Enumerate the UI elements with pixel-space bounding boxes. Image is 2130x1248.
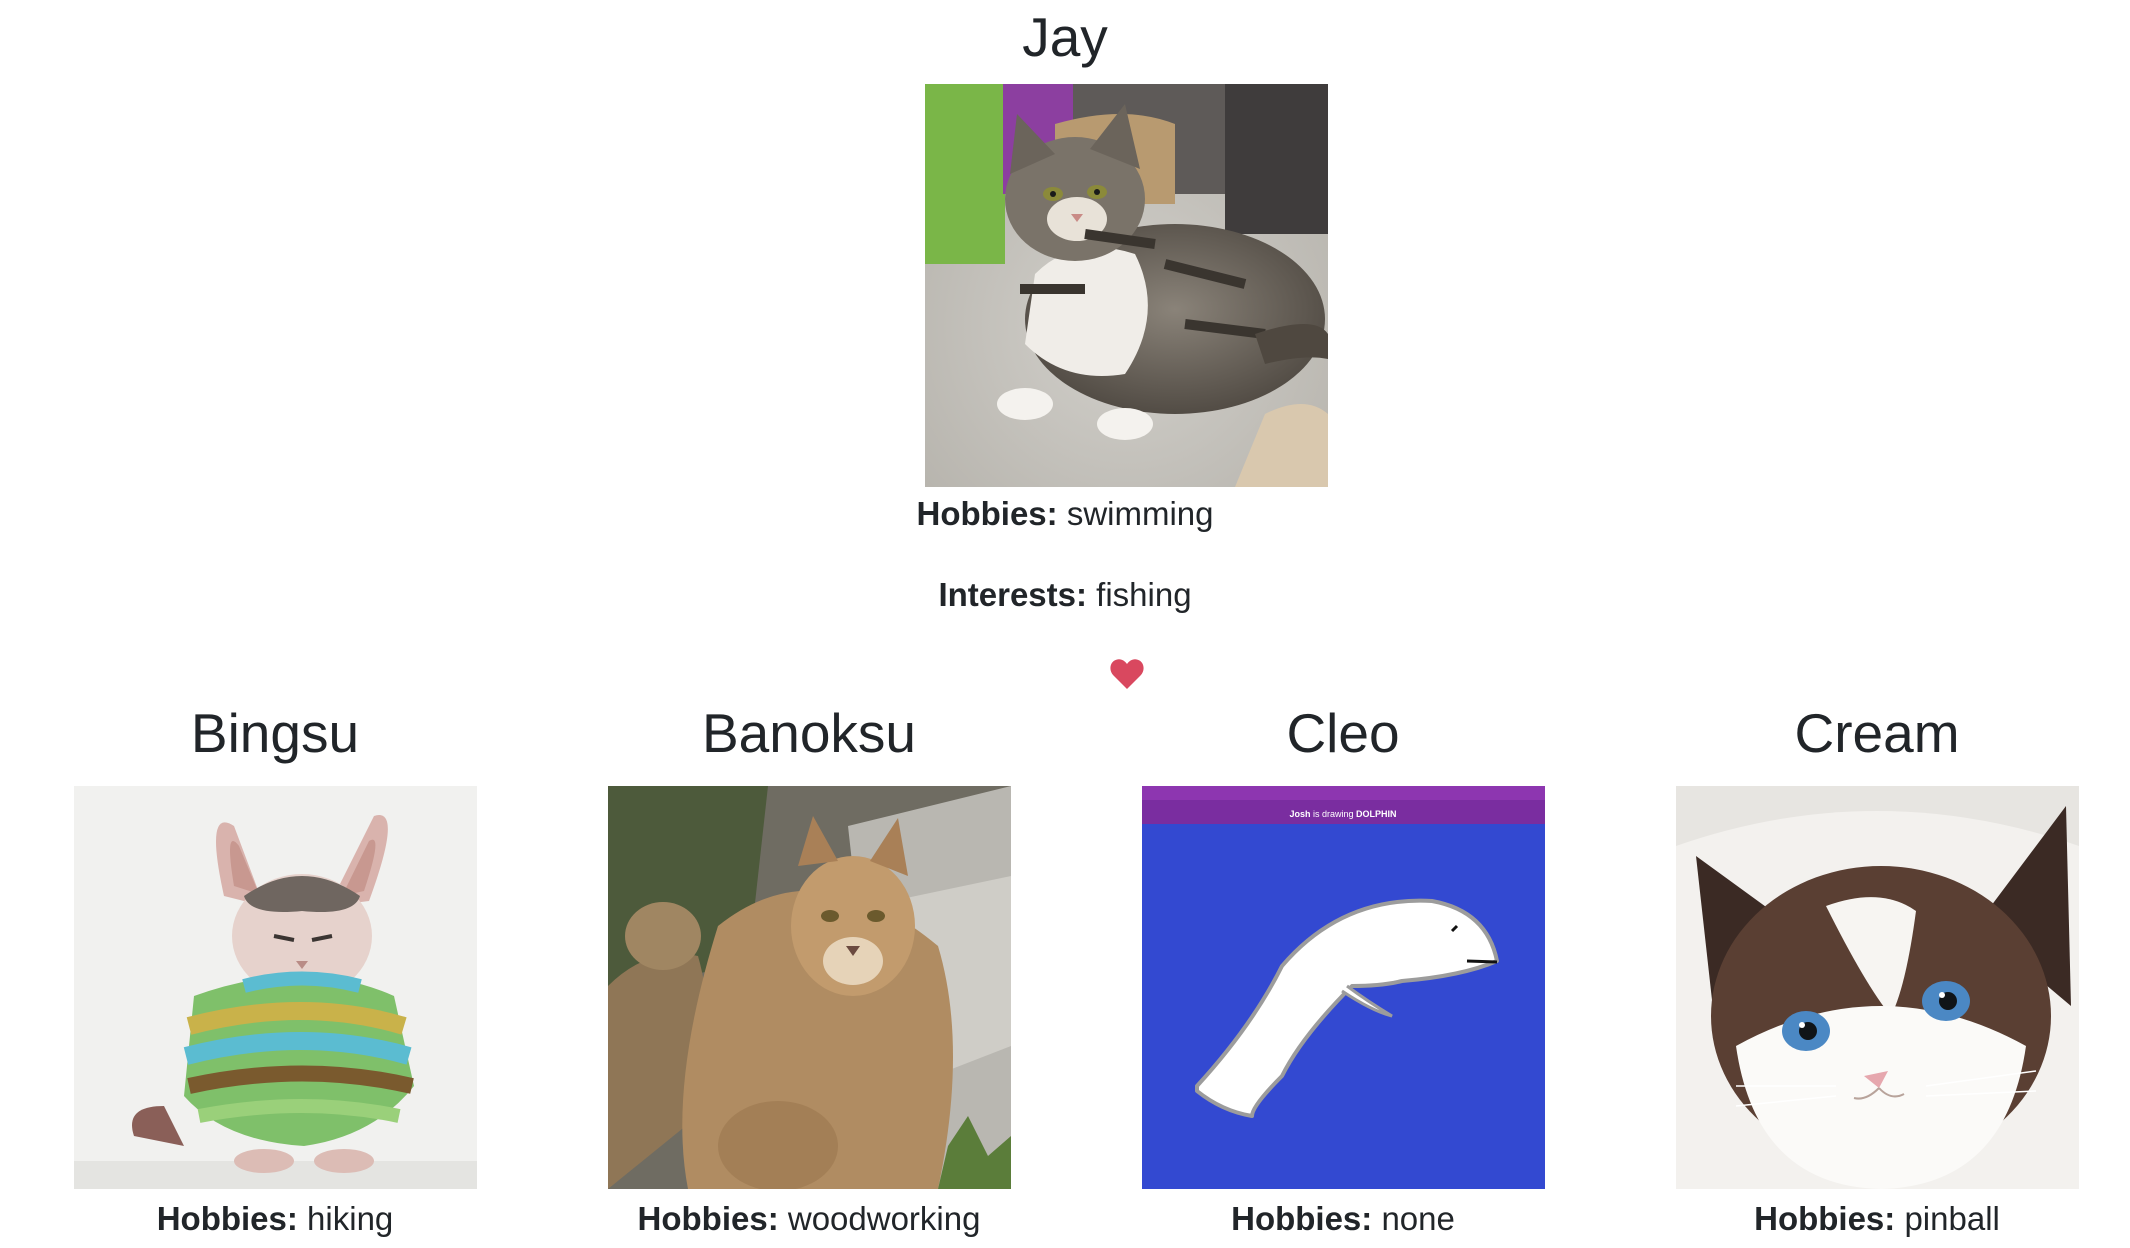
profile-name: Bingsu xyxy=(190,702,360,764)
featured-name: Jay xyxy=(1022,6,1108,68)
hobbies-label: Hobbies: xyxy=(156,1200,298,1237)
tabby-cat-image xyxy=(925,84,1328,487)
featured-hobbies-label: Hobbies: xyxy=(916,495,1058,532)
profile-photo: Josh is drawing DOLPHIN xyxy=(1142,786,1545,1189)
hobbies-label: Hobbies: xyxy=(1231,1200,1373,1237)
profile-hobbies: Hobbies: woodworking xyxy=(542,1202,1076,1235)
profile-hobbies: Hobbies: pinball xyxy=(1610,1202,2130,1235)
hobbies-label: Hobbies: xyxy=(1754,1200,1896,1237)
profile-hobbies: Hobbies: hiking xyxy=(8,1202,542,1235)
heart-icon xyxy=(1110,659,1144,689)
like-button[interactable] xyxy=(1110,658,1144,690)
drawing-caption-middle: is drawing xyxy=(1310,809,1356,819)
profile-name: Cream xyxy=(1794,702,1960,764)
sphynx-cat-image xyxy=(74,786,477,1189)
profile-name: Banoksu xyxy=(701,702,917,764)
hobbies-value: none xyxy=(1381,1200,1455,1237)
hobbies-value: hiking xyxy=(307,1200,394,1237)
profile-name: Cleo xyxy=(1286,702,1400,764)
profile-photo xyxy=(608,786,1011,1189)
cougar-image xyxy=(608,786,1011,1189)
profile-photo xyxy=(74,786,477,1189)
drawing-caption-prefix: Josh xyxy=(1289,809,1310,819)
ragdoll-cat-image xyxy=(1676,786,2079,1189)
hobbies-value: woodworking xyxy=(787,1200,981,1237)
drawing-caption-word: DOLPHIN xyxy=(1356,809,1397,819)
hobbies-value: pinball xyxy=(1904,1200,2000,1237)
featured-interests: Interests: fishing xyxy=(0,578,2130,611)
svg-text:Josh is drawing DOLPHIN: Josh is drawing DOLPHIN xyxy=(1289,809,1396,819)
profile-photo xyxy=(1676,786,2079,1189)
dolphin-drawing-image: Josh is drawing DOLPHIN xyxy=(1142,786,1545,1189)
hobbies-label: Hobbies: xyxy=(637,1200,779,1237)
featured-photo xyxy=(925,84,1328,487)
featured-interests-value: fishing xyxy=(1096,576,1192,613)
featured-hobbies: Hobbies: swimming xyxy=(0,497,2130,530)
featured-interests-label: Interests: xyxy=(938,576,1087,613)
profile-hobbies: Hobbies: none xyxy=(1076,1202,1610,1235)
featured-hobbies-value: swimming xyxy=(1066,495,1214,532)
